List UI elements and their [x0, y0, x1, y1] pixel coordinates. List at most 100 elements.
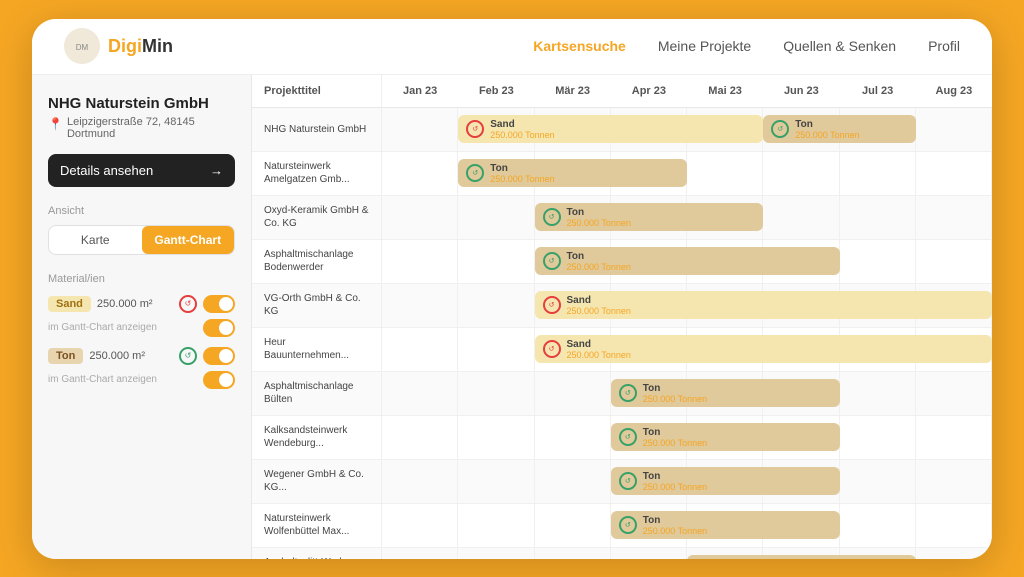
ton-toggle[interactable] — [203, 347, 235, 365]
material-sand-row: Sand 250.000 m² ↺ — [48, 295, 235, 313]
bar-text: Ton250.000 Tonnen — [490, 163, 554, 184]
bar-sublabel: 250.000 Tonnen — [567, 350, 631, 360]
gantt-bar-ton: ↺Ton250.000 Tonnen — [763, 115, 916, 143]
gantt-cells: ↺Ton250.000 Tonnen — [382, 504, 992, 547]
gantt-project-name: Natursteinwerk Wolfenbüttel Max... — [252, 504, 382, 547]
bar-icon: ↺ — [619, 384, 637, 402]
gantt-project-name: Asphaltmischanlage Bülten — [252, 372, 382, 415]
gantt-cell-10-3 — [611, 548, 687, 559]
gantt-cell-6-1 — [458, 372, 534, 415]
gantt-row: Natursteinwerk Wolfenbüttel Max...↺Ton25… — [252, 504, 992, 548]
bar-icon: ↺ — [543, 208, 561, 226]
gantt-project-name: Asphaltmischanlage Bodenwerder — [252, 240, 382, 283]
bar-icon: ↺ — [466, 120, 484, 138]
bar-sublabel: 250.000 Tonnen — [795, 130, 859, 140]
bar-sublabel: 250.000 Tonnen — [490, 174, 554, 184]
gantt-project-name: Asphaltsplitt-Werk Northeim — [252, 548, 382, 559]
bar-sublabel: 250.000 Tonnen — [567, 218, 631, 228]
gantt-cell-9-6 — [840, 504, 916, 547]
gantt-project-name: NHG Naturstein GmbH — [252, 108, 382, 151]
ansicht-label: Ansicht — [48, 205, 235, 217]
bar-icon: ↺ — [543, 340, 561, 358]
ton-chart-label: im Gantt-Chart anzeigen — [48, 374, 157, 385]
gantt-month-6: Jul 23 — [840, 75, 916, 107]
material-sand-tag: Sand — [48, 296, 91, 312]
bar-icon: ↺ — [543, 252, 561, 270]
gantt-cells: ↺Ton250.000 Tonnen — [382, 372, 992, 415]
view-toggle: Karte Gantt-Chart — [48, 225, 235, 255]
gantt-row: Asphaltsplitt-Werk Northeim ↺Ton250.000 T… — [252, 548, 992, 559]
pin-icon: 📍 — [48, 117, 63, 131]
gantt-cell-8-2 — [535, 460, 611, 503]
gantt-bar-ton: ↺Ton250.000 Tonnen — [535, 247, 840, 275]
gantt-cell-3-6 — [840, 240, 916, 283]
gantt-cell-6-0 — [382, 372, 458, 415]
bar-text: Ton250.000 Tonnen — [795, 119, 859, 140]
view-karte-btn[interactable]: Karte — [49, 226, 142, 254]
material-ton-tag: Ton — [48, 348, 83, 364]
bar-icon: ↺ — [466, 164, 484, 182]
address-line2: Dortmund — [67, 128, 195, 140]
gantt-cell-2-1 — [458, 196, 534, 239]
bar-label: Ton — [490, 163, 554, 174]
logo-min: Min — [142, 36, 173, 56]
nav-profil[interactable]: Profil — [928, 38, 960, 54]
gantt-cells: ↺Ton250.000 Tonnen — [382, 416, 992, 459]
nav-quellen-senken[interactable]: Quellen & Senken — [783, 38, 896, 54]
details-button[interactable]: Details ansehen → — [48, 154, 235, 187]
gantt-cell-4-1 — [458, 284, 534, 327]
gantt-bar-ton: ↺Ton250.000 Tonnen — [687, 555, 916, 559]
gantt-bar-sand: ↺Sand250.000 Tonnen — [458, 115, 763, 143]
material-label: Material/ien — [48, 273, 235, 285]
gantt-chart-area: ProjekttitelJan 23Feb 23Mär 23Apr 23Mai … — [252, 75, 992, 559]
gantt-bar-ton: ↺ Ton250.000 Tonnen — [458, 159, 687, 187]
gantt-project-name: Wegener GmbH & Co. KG... — [252, 460, 382, 503]
gantt-bar-ton: ↺Ton250.000 Tonnen — [535, 203, 764, 231]
bar-icon: ↺ — [543, 296, 561, 314]
gantt-month-5: Jun 23 — [763, 75, 839, 107]
gantt-cell-1-4 — [687, 152, 763, 195]
view-gantt-btn[interactable]: Gantt-Chart — [142, 226, 235, 254]
bar-label: Sand — [567, 339, 631, 350]
gantt-cell-2-7 — [916, 196, 992, 239]
gantt-cell-2-0 — [382, 196, 458, 239]
bar-text: Sand250.000 Tonnen — [567, 339, 631, 360]
logo-text: DigiMin — [108, 36, 173, 57]
gantt-cells: ↺Ton250.000 Tonnen — [382, 240, 992, 283]
gantt-bar-ton: ↺Ton250.000 Tonnen — [611, 379, 840, 407]
gantt-cell-10-1 — [458, 548, 534, 559]
gantt-cell-9-0 — [382, 504, 458, 547]
app-window: DM DigiMin Kartsensuche Meine Projekte Q… — [32, 19, 992, 559]
gantt-cell-2-6 — [840, 196, 916, 239]
gantt-cell-8-1 — [458, 460, 534, 503]
bar-label: Sand — [490, 119, 554, 130]
gantt-project-name: Natursteinwerk Amelgatzen Gmb... — [252, 152, 382, 195]
gantt-cell-6-6 — [840, 372, 916, 415]
sand-chart-toggle[interactable] — [203, 319, 235, 337]
gantt-cell-2-5 — [763, 196, 839, 239]
gantt-cell-7-7 — [916, 416, 992, 459]
gantt-cell-3-0 — [382, 240, 458, 283]
ton-chart-toggle[interactable] — [203, 371, 235, 389]
sand-toggle[interactable] — [203, 295, 235, 313]
material-ton-icon: ↺ — [179, 347, 197, 365]
sand-chart-label: im Gantt-Chart anzeigen — [48, 322, 157, 333]
gantt-project-name: Heur Bauunternehmen... — [252, 328, 382, 371]
gantt-header: ProjekttitelJan 23Feb 23Mär 23Apr 23Mai … — [252, 75, 992, 108]
material-sand-icon: ↺ — [179, 295, 197, 313]
bar-sublabel: 250.000 Tonnen — [643, 438, 707, 448]
company-name: NHG Naturstein GmbH — [48, 95, 235, 112]
gantt-cells: ↺ Sand250.000 Tonnen — [382, 284, 992, 327]
bar-text: Sand250.000 Tonnen — [567, 295, 631, 316]
gantt-month-4: Mai 23 — [687, 75, 763, 107]
bar-sublabel: 250.000 Tonnen — [643, 526, 707, 536]
gantt-month-3: Apr 23 — [611, 75, 687, 107]
gantt-cells: ↺ Sand 250.000 Tonnen↺Ton250.000 Tonnen — [382, 108, 992, 151]
main-nav: Kartsensuche Meine Projekte Quellen & Se… — [533, 38, 960, 54]
gantt-row: Asphaltmischanlage Bülten ↺Ton250.000 Ton… — [252, 372, 992, 416]
nav-meine-projekte[interactable]: Meine Projekte — [658, 38, 751, 54]
nav-kartsensuche[interactable]: Kartsensuche — [533, 38, 626, 54]
gantt-project-name: VG-Orth GmbH & Co. KG — [252, 284, 382, 327]
gantt-cell-7-6 — [840, 416, 916, 459]
gantt-container: ProjekttitelJan 23Feb 23Mär 23Apr 23Mai … — [252, 75, 992, 559]
